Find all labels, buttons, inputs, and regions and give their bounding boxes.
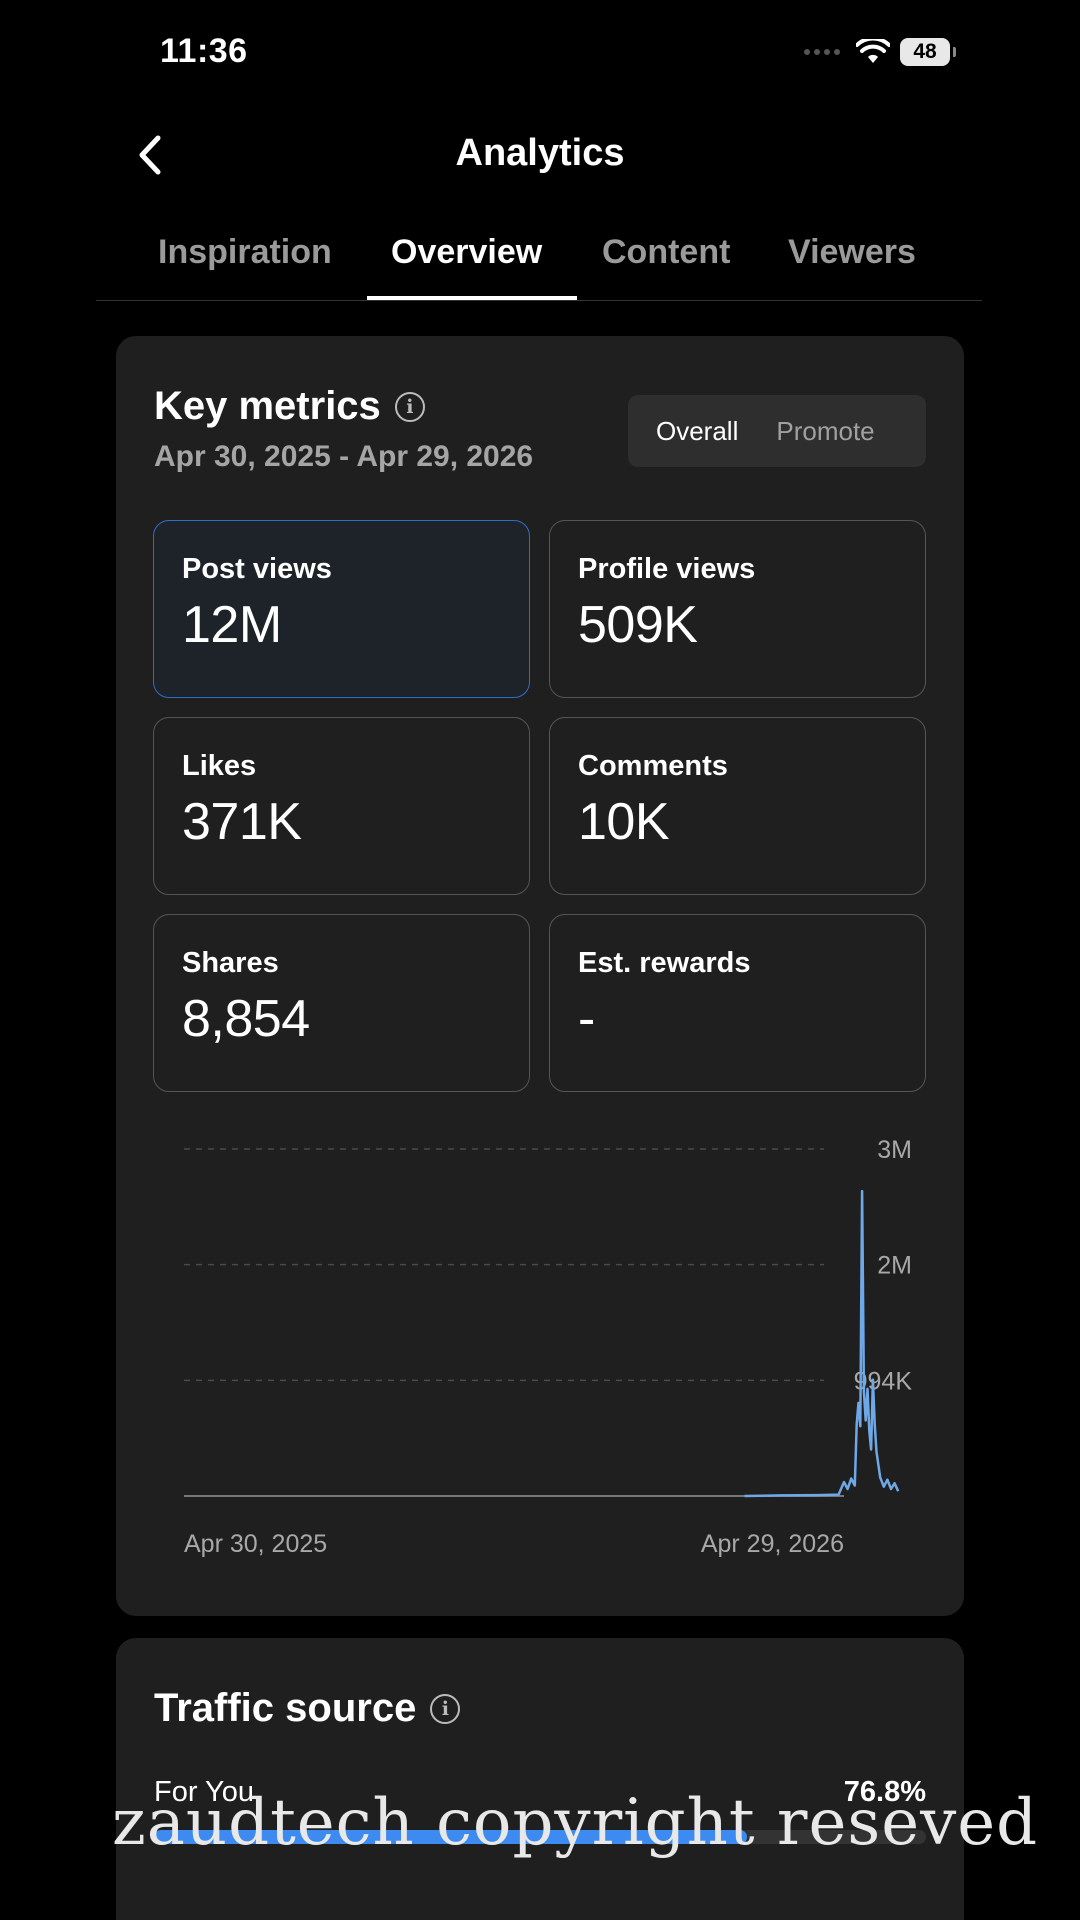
post-views-series-line	[744, 1189, 900, 1498]
x-tick-label: Apr 29, 2026	[701, 1530, 844, 1558]
key-metrics-title: Key metrics	[154, 384, 381, 428]
status-icons: 48	[804, 38, 956, 66]
metric-label: Profile views	[578, 553, 756, 585]
tabs-overflow-fade	[912, 215, 982, 300]
overall-promote-toggle: Overall Promote	[628, 395, 926, 467]
info-icon[interactable]: i	[394, 391, 425, 422]
metric-tile-comments[interactable]: Comments 10K	[549, 717, 926, 895]
traffic-source-title: Traffic source	[154, 1686, 417, 1730]
metric-tile-profile-views[interactable]: Profile views 509K	[549, 520, 926, 698]
metric-label: Est. rewards	[578, 947, 751, 979]
cellular-signal-icon	[804, 49, 840, 55]
metric-value: 509K	[578, 596, 698, 654]
info-icon[interactable]: i	[430, 1693, 461, 1724]
segment-overall[interactable]: Overall	[656, 416, 738, 447]
metric-tile-est-rewards[interactable]: Est. rewards -	[549, 914, 926, 1092]
post-views-chart: 3M 2M 994K Apr 30, 2025 Apr 29, 2026	[154, 1116, 954, 1576]
metric-value: 12M	[182, 596, 282, 654]
metric-label: Shares	[182, 947, 279, 979]
wifi-icon	[856, 39, 890, 63]
page-title: Analytics	[455, 132, 625, 174]
status-time: 11:36	[160, 32, 248, 70]
metric-tile-post-views[interactable]: Post views 12M	[153, 520, 530, 698]
y-tick-label: 2M	[877, 1252, 912, 1280]
metric-value: 371K	[182, 793, 302, 851]
metric-label: Likes	[182, 750, 257, 782]
segment-promote[interactable]: Promote	[776, 416, 874, 447]
tab-content[interactable]: Content	[602, 233, 730, 272]
metric-tile-shares[interactable]: Shares 8,854	[153, 914, 530, 1092]
status-bar: 11:36 48	[0, 0, 1080, 110]
key-metrics-heading: Key metrics i	[154, 384, 425, 429]
chart-svg: 3M 2M 994K Apr 30, 2025 Apr 29, 2026	[184, 1136, 913, 1558]
y-tick-label: 994K	[854, 1367, 913, 1395]
metric-label: Post views	[182, 553, 332, 585]
metric-value: -	[578, 990, 595, 1048]
traffic-source-heading: Traffic source i	[154, 1686, 461, 1731]
traffic-source-card: Traffic source i For You 76.8%	[116, 1638, 964, 1920]
x-tick-label: Apr 30, 2025	[184, 1530, 327, 1558]
active-tab-indicator	[367, 296, 577, 300]
metric-value: 10K	[578, 793, 670, 851]
key-metrics-card: Key metrics i Apr 30, 2025 - Apr 29, 202…	[116, 336, 964, 1616]
metric-label: Comments	[578, 750, 728, 782]
tab-inspiration[interactable]: Inspiration	[158, 233, 332, 272]
tab-overview[interactable]: Overview	[391, 233, 542, 272]
metric-value: 8,854	[182, 990, 310, 1048]
battery-icon: 48	[900, 38, 956, 66]
tab-viewers[interactable]: Viewers	[788, 233, 916, 272]
tab-bar: Inspiration Overview Content Viewers	[96, 215, 982, 301]
watermark-text: zaudtech copyright reseved	[112, 1786, 1039, 1860]
metric-tile-likes[interactable]: Likes 371K	[153, 717, 530, 895]
y-tick-label: 3M	[877, 1136, 912, 1164]
nav-header: Analytics	[0, 110, 1080, 200]
date-range: Apr 30, 2025 - Apr 29, 2026	[154, 440, 534, 473]
